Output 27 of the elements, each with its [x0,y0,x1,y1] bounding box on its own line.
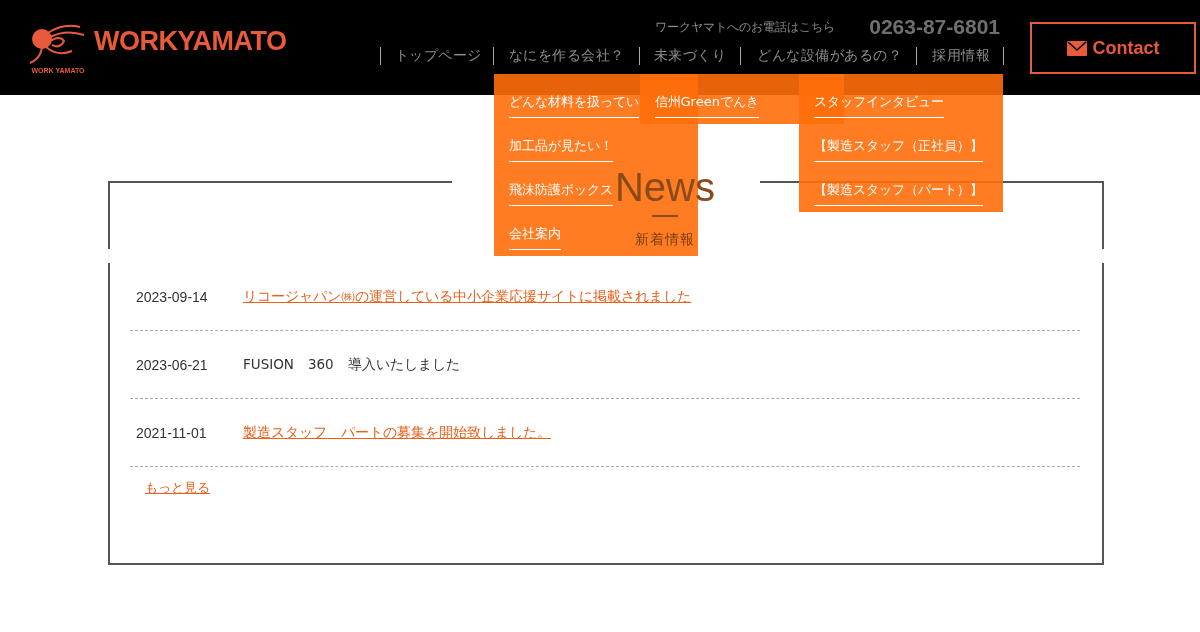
nav-link[interactable]: どんな設備があるの？ [741,47,916,65]
dropdown-item[interactable]: 信州Greenでんき [654,93,759,118]
more-link[interactable]: もっと見る [145,479,210,497]
contact-button[interactable]: Contact [1030,22,1196,74]
news-subtitle: 新着情報 [635,231,695,249]
phone-label: ワークヤマトへのお電話はこちら [655,18,836,36]
nav-link[interactable]: トップページ [380,47,493,65]
news-date: 2023-09-14 [135,288,209,305]
dropdown-item[interactable]: 加工品が見たい！ [508,137,613,162]
nav-link[interactable]: 未来づくり [639,47,740,65]
news-link[interactable]: 製造スタッフ パートの募集を開始致しました。 [243,423,551,442]
nav-link[interactable]: なにを作る会社？ [493,47,639,65]
dropdown-item[interactable]: スタッフインタビュー [814,93,944,118]
nav-link[interactable]: 採用情報 [917,47,1003,65]
title-underline [652,215,678,217]
dropdown-item[interactable]: 会社案内 [508,225,561,250]
dropdown-item[interactable]: 【製造スタッフ（パート）】 [814,181,983,206]
news-date: 2023-06-21 [135,356,209,373]
dropdown-item[interactable]: 飛沫防護ボックス [508,181,613,206]
news-text: FUSION 360 導入いたしました [243,355,460,374]
logo-wordmark[interactable]: WORKYAMATO [94,26,287,57]
phone-number[interactable]: 0263-87-6801 [869,15,1000,39]
news-link[interactable]: リコージャパン㈱の運営している中小企業応援サイトに掲載されました [243,287,691,306]
news-date: 2021-11-01 [135,424,208,441]
dropdown-item[interactable]: 【製造スタッフ（正社員）】 [814,137,983,162]
envelope-icon [1066,40,1087,56]
dropdown-item[interactable]: どんな材料を扱ってい [508,93,639,118]
